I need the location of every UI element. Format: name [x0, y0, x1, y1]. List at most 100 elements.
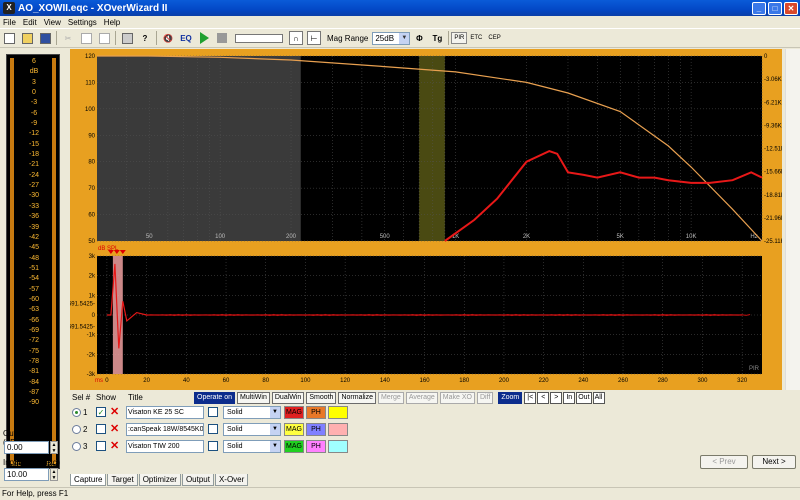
show-checkbox[interactable] [96, 424, 106, 434]
normalize-button[interactable]: Normalize [338, 391, 376, 404]
maximize-button[interactable]: □ [768, 1, 782, 15]
tab-output[interactable]: Output [181, 474, 214, 486]
color-swatch[interactable] [328, 423, 348, 436]
select-radio[interactable] [72, 408, 81, 417]
input-gain-input[interactable]: 10.00 [4, 468, 49, 481]
line-style-select[interactable]: Solid ▼ [223, 423, 281, 436]
zoom-all-button[interactable]: All [592, 391, 605, 404]
zoom-out-button[interactable]: Out [576, 391, 592, 404]
mag-color-button[interactable]: MAG [284, 406, 304, 419]
pir-button[interactable]: PIR [451, 32, 468, 44]
line-style-select[interactable]: Solid ▼ [223, 406, 281, 419]
measurement-row[interactable]: 2 ✕ :canSpeak 18W/8545K00 Solid ▼ MAG PH [68, 422, 448, 437]
meter-tick-label: -60 [28, 295, 40, 303]
etc-button[interactable]: ETC [467, 32, 485, 44]
smooth-button[interactable]: Smooth [306, 391, 337, 404]
measurement-row[interactable]: 3 ✕ Visaton TIW 200 Solid ▼ MAG PH [68, 439, 448, 454]
plots-svg[interactable]: 12011010090807060500-3.06K-6.21K-9.36K-1… [66, 49, 785, 390]
eq-button[interactable]: EQ [179, 31, 193, 45]
color-swatch[interactable] [328, 440, 348, 453]
print-button[interactable] [120, 31, 134, 45]
close-button[interactable]: ✕ [784, 1, 798, 15]
tab-capture[interactable]: Capture [70, 474, 107, 486]
tab-optimizer[interactable]: Optimizer [138, 474, 181, 486]
cep-button[interactable]: CEP [485, 32, 503, 44]
mag-color-button[interactable]: MAG [284, 423, 304, 436]
phase-color-button[interactable]: PH [306, 423, 326, 436]
phase-y-tick-label: -25.11K [764, 239, 782, 245]
separator [115, 31, 116, 45]
copy-button[interactable] [79, 31, 93, 45]
measurement-title-input[interactable]: :canSpeak 18W/8545K00 [126, 423, 204, 436]
merge-button[interactable]: Merge [377, 391, 404, 404]
tab-target[interactable]: Target [107, 474, 138, 486]
menu-edit[interactable]: Edit [23, 18, 37, 27]
speaker-button[interactable]: 🔇 [161, 31, 175, 45]
meter-tick-label: -42 [28, 233, 40, 241]
line-style-select[interactable]: Solid ▼ [223, 440, 281, 453]
mag-range-select[interactable]: 25dB ▼ [372, 31, 411, 45]
output-level-input[interactable]: 0.00 [4, 441, 49, 454]
meter-tick-label: -27 [28, 182, 40, 190]
open-file-button[interactable] [20, 31, 34, 45]
new-file-button[interactable] [2, 31, 16, 45]
dualwin-button[interactable]: DualWin [271, 391, 305, 404]
stop-button[interactable] [215, 31, 229, 45]
paste-button[interactable] [97, 31, 111, 45]
freq-y-tick-label: 60 [88, 213, 95, 219]
mag-color-button[interactable]: MAG [284, 440, 304, 453]
freq-x-tick-label: 50 [146, 234, 153, 240]
zoom-in-button[interactable]: In [563, 391, 576, 404]
make-xo-button[interactable]: Make XO [439, 391, 475, 404]
output-level-spinner[interactable]: ▲ ▼ [50, 441, 58, 454]
diff-button[interactable]: Diff [476, 391, 494, 404]
play-button[interactable] [197, 31, 211, 45]
average-button[interactable]: Average [405, 391, 438, 404]
cut-button[interactable]: ✂ [61, 31, 75, 45]
prev-button[interactable]: < Prev [700, 455, 748, 469]
delete-icon[interactable]: ✕ [110, 406, 119, 418]
row-checkbox[interactable] [208, 441, 218, 451]
meter-tick-label: -69 [28, 326, 40, 334]
measurement-row[interactable]: 1 ✓ ✕ Visaton KE 25 SC Solid ▼ MAG PH [68, 405, 448, 420]
row-checkbox[interactable] [208, 407, 218, 417]
menu-help[interactable]: Help [104, 18, 120, 27]
phase-button[interactable]: Φ [412, 31, 426, 45]
vertical-scrollbar[interactable] [785, 49, 800, 390]
measurement-title-input[interactable]: Visaton KE 25 SC [126, 406, 204, 419]
printer-icon [121, 32, 133, 44]
menu-file[interactable]: File [3, 18, 16, 27]
plot-area[interactable]: 120 110 100 90 80 70 60 50 0 -3.06K -6.21K -9.36K -1… [66, 49, 785, 390]
zoom-prev-button[interactable]: < [537, 391, 550, 404]
group-delay-button[interactable]: Tg [430, 31, 444, 45]
phase-color-button[interactable]: PH [306, 406, 326, 419]
menu-view[interactable]: View [44, 18, 61, 27]
meter-tick-label: -33 [28, 202, 40, 210]
show-checkbox[interactable]: ✓ [96, 407, 106, 417]
select-radio[interactable] [72, 425, 81, 434]
select-radio[interactable] [72, 442, 81, 451]
save-button[interactable] [38, 31, 52, 45]
delete-icon[interactable]: ✕ [110, 440, 119, 452]
show-checkbox[interactable] [96, 441, 106, 451]
input-gain-spinner[interactable]: ▲ ▼ [50, 468, 58, 481]
zoom-next-button[interactable]: > [550, 391, 563, 404]
tab-x-over[interactable]: X-Over [214, 474, 249, 486]
row-checkbox[interactable] [208, 424, 218, 434]
meter-tick-label: -63 [28, 306, 40, 314]
help-button[interactable]: ? [138, 31, 152, 45]
progress-slider[interactable] [235, 33, 283, 43]
folder-icon [21, 32, 33, 44]
minimize-button[interactable]: _ [752, 1, 766, 15]
next-button[interactable]: Next > [752, 455, 796, 469]
waveform-button[interactable]: ∩ [289, 31, 303, 45]
measurement-title-input[interactable]: Visaton TIW 200 [126, 440, 204, 453]
menu-settings[interactable]: Settings [68, 18, 97, 27]
multiwin-button[interactable]: MultiWin [237, 391, 270, 404]
cursor-button[interactable]: ⊢ [307, 31, 321, 45]
zoom-first-button[interactable]: |< [524, 391, 537, 404]
impulse-x-tick-label: 260 [618, 378, 629, 384]
phase-color-button[interactable]: PH [306, 440, 326, 453]
color-swatch[interactable] [328, 406, 348, 419]
delete-icon[interactable]: ✕ [110, 423, 119, 435]
